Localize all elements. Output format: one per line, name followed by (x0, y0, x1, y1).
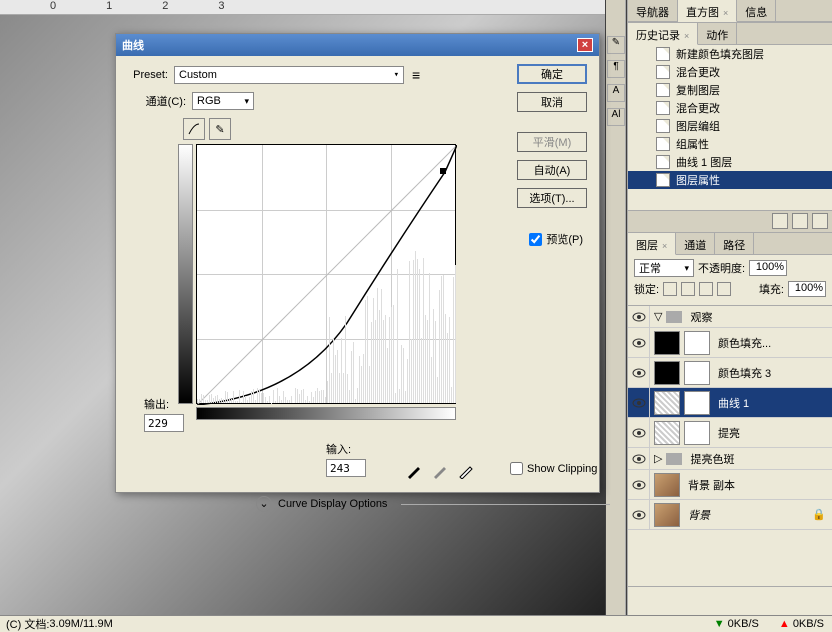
tool-icon[interactable]: Al (607, 108, 625, 126)
preset-select[interactable]: Custom (174, 66, 404, 84)
input-gradient (196, 407, 456, 420)
visibility-icon[interactable] (632, 454, 646, 464)
curve-options-label: Curve Display Options (278, 498, 387, 510)
lock-all-icon[interactable] (717, 282, 731, 296)
curve-point[interactable] (440, 168, 446, 174)
nav-tabs: 导航器直方图×信息 (628, 0, 832, 22)
preset-label: Preset: (128, 69, 168, 81)
tab-动作[interactable]: 动作 (698, 23, 737, 44)
pencil-tool-icon[interactable]: ✎ (209, 118, 231, 140)
visibility-icon[interactable] (632, 480, 646, 490)
output-gradient (178, 144, 193, 404)
side-dock: ✎ ¶ A Al (606, 0, 626, 615)
history-item[interactable]: 组属性 (628, 135, 832, 153)
layer-item[interactable]: ▽观察 (628, 306, 832, 328)
opacity-input[interactable]: 100% (749, 260, 787, 276)
visibility-icon[interactable] (632, 368, 646, 378)
history-item[interactable]: 复制图层 (628, 81, 832, 99)
history-item[interactable]: 混合更改 (628, 99, 832, 117)
history-list: 新建颜色填充图层混合更改复制图层混合更改图层编组组属性曲线 1 图层图层属性 (628, 45, 832, 210)
options-button[interactable]: 选项(T)... (517, 188, 587, 208)
curves-dialog: 曲线 × Preset: Custom ≡ 通道(C): RGB ✎ (115, 33, 600, 493)
input-input[interactable] (326, 459, 366, 477)
preset-menu-icon[interactable]: ≡ (412, 67, 420, 83)
new-doc-icon[interactable] (792, 213, 808, 229)
curve-tool-icon[interactable] (183, 118, 205, 140)
lock-position-icon[interactable] (699, 282, 713, 296)
network-status: ▼ 0KB/S ▲ 0KB/S (627, 615, 832, 632)
history-item[interactable]: 新建颜色填充图层 (628, 45, 832, 63)
eyedropper-black-icon[interactable] (406, 461, 424, 479)
tool-icon[interactable]: ¶ (607, 60, 625, 78)
expand-icon[interactable]: ⌄ (256, 496, 272, 512)
show-clipping-label: Show Clipping (527, 463, 597, 475)
layer-item[interactable]: 提亮 (628, 418, 832, 448)
layer-item[interactable]: 颜色填充 3 (628, 358, 832, 388)
preview-checkbox[interactable] (529, 233, 542, 246)
ruler-horizontal: 0123 (0, 0, 605, 15)
history-item[interactable]: 图层编组 (628, 117, 832, 135)
trash-icon[interactable] (812, 213, 828, 229)
tab-信息[interactable]: 信息 (737, 0, 776, 21)
tab-通道[interactable]: 通道 (676, 233, 715, 254)
panels-area: 导航器直方图×信息 历史记录×动作 新建颜色填充图层混合更改复制图层混合更改图层… (627, 0, 832, 632)
output-label: 输出: (144, 396, 184, 412)
history-item[interactable]: 混合更改 (628, 63, 832, 81)
fill-label: 填充: (759, 281, 784, 297)
channel-label: 通道(C): (138, 93, 186, 109)
history-item[interactable]: 图层属性 (628, 171, 832, 189)
layer-tabs: 图层×通道路径 (628, 233, 832, 255)
output-input[interactable] (144, 414, 184, 432)
layer-item[interactable]: ▷提亮色斑 (628, 448, 832, 470)
status-bar: (C) 文档:3.09M/11.9M (0, 615, 627, 632)
cancel-button[interactable]: 取消 (517, 92, 587, 112)
close-icon[interactable]: × (577, 38, 593, 52)
tab-导航器[interactable]: 导航器 (628, 0, 678, 21)
history-tabs: 历史记录×动作 (628, 23, 832, 45)
curve-graph[interactable] (196, 144, 456, 404)
preview-label: 预览(P) (546, 231, 583, 247)
layer-item[interactable]: 背景🔒 (628, 500, 832, 530)
input-label: 输入: (326, 441, 366, 457)
layer-item[interactable]: 背景 副本 (628, 470, 832, 500)
lock-pixels-icon[interactable] (681, 282, 695, 296)
lock-label: 锁定: (634, 281, 659, 297)
eyedropper-white-icon[interactable] (458, 461, 476, 479)
tab-直方图[interactable]: 直方图× (678, 0, 737, 22)
tool-icon[interactable]: ✎ (607, 36, 625, 54)
visibility-icon[interactable] (632, 428, 646, 438)
visibility-icon[interactable] (632, 338, 646, 348)
tab-路径[interactable]: 路径 (715, 233, 754, 254)
layer-item[interactable]: 颜色填充... (628, 328, 832, 358)
layer-item[interactable]: 曲线 1 (628, 388, 832, 418)
smooth-button[interactable]: 平滑(M) (517, 132, 587, 152)
tab-历史记录[interactable]: 历史记录× (628, 23, 698, 45)
auto-button[interactable]: 自动(A) (517, 160, 587, 180)
dialog-titlebar[interactable]: 曲线 × (116, 34, 599, 56)
tab-图层[interactable]: 图层× (628, 233, 676, 255)
visibility-icon[interactable] (632, 398, 646, 408)
blend-mode-select[interactable]: 正常 (634, 259, 694, 277)
opacity-label: 不透明度: (698, 260, 745, 276)
channel-select[interactable]: RGB (192, 92, 254, 110)
eyedropper-gray-icon[interactable] (432, 461, 450, 479)
show-clipping-checkbox[interactable] (510, 462, 523, 475)
dialog-title: 曲线 (122, 37, 144, 53)
fill-input[interactable]: 100% (788, 281, 826, 297)
layer-list: ▽观察颜色填充...颜色填充 3曲线 1提亮▷提亮色斑背景 副本背景🔒 (628, 306, 832, 586)
visibility-icon[interactable] (632, 312, 646, 322)
lock-transparency-icon[interactable] (663, 282, 677, 296)
new-snapshot-icon[interactable] (772, 213, 788, 229)
history-item[interactable]: 曲线 1 图层 (628, 153, 832, 171)
visibility-icon[interactable] (632, 510, 646, 520)
ok-button[interactable]: 确定 (517, 64, 587, 84)
tool-icon[interactable]: A (607, 84, 625, 102)
